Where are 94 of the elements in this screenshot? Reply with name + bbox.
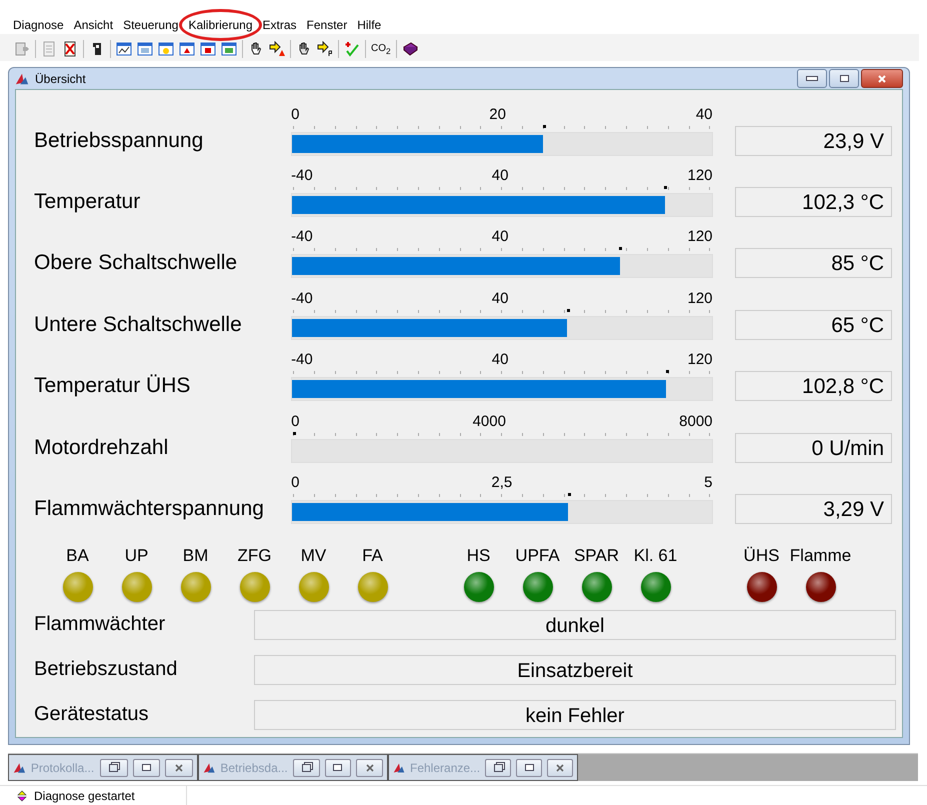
close-button[interactable]	[165, 758, 194, 776]
close-button[interactable]	[861, 69, 903, 88]
scale-label: -40	[291, 290, 313, 307]
minimize-button[interactable]	[797, 69, 827, 88]
reading-field: 102,3 °C	[734, 187, 892, 218]
restore-button[interactable]	[100, 758, 128, 776]
window-icon[interactable]	[221, 41, 237, 57]
scale-label: 20	[489, 106, 506, 123]
scale-label: 4000	[472, 412, 506, 430]
close-icon	[364, 762, 375, 772]
status-label: Flammwächter	[34, 613, 166, 636]
lamp-label: FA	[362, 546, 383, 566]
close-icon	[877, 74, 887, 84]
minimized-title: Protokolla...	[30, 760, 95, 774]
check-icon[interactable]	[344, 41, 360, 57]
document-arrow-icon[interactable]	[14, 41, 30, 57]
app-logo-icon	[203, 760, 216, 774]
close-button[interactable]	[547, 758, 573, 776]
scale-label: 8000	[679, 412, 713, 430]
alert-window-icon[interactable]	[179, 41, 195, 57]
reading-field: 102,8 °C	[734, 371, 892, 402]
lamp-label: ZFG	[238, 546, 272, 566]
maximize-button[interactable]	[324, 758, 352, 776]
close-icon	[174, 762, 184, 772]
scale-label: -40	[291, 351, 313, 368]
square-window-icon[interactable]	[200, 41, 216, 57]
reading-field: 65 °C	[734, 310, 892, 340]
scale-label: 120	[688, 290, 713, 307]
status-label: Betriebszustand	[34, 658, 178, 681]
reading-field: 23,9 V	[734, 126, 892, 156]
reading-field: 3,29 V	[734, 494, 892, 524]
gauge-label: Betriebsspannung	[34, 128, 204, 154]
lamp-label: SPAR	[574, 546, 620, 566]
co2-button[interactable]: CO$_{2}$	[371, 42, 391, 56]
lamp-label: BA	[66, 546, 89, 566]
gauge-label: Obere Schaltschwelle	[34, 251, 238, 276]
menu-item[interactable]: Hilfe	[352, 18, 386, 32]
gauge-label: Flammwächterspannung	[34, 497, 265, 522]
scale-label: -40	[291, 167, 313, 184]
menu-item[interactable]: Diagnose	[8, 18, 69, 32]
delete-document-icon[interactable]	[62, 41, 78, 57]
scale-label: 40	[696, 106, 713, 123]
app-logo-icon	[13, 760, 26, 774]
menu-item[interactable]: Fenster	[302, 18, 352, 32]
scale-label: 120	[688, 351, 713, 368]
arrow-p-icon[interactable]	[317, 41, 333, 57]
menu-item[interactable]: Steuerung	[118, 18, 184, 32]
menu-item[interactable]: Kalibrierung	[183, 18, 258, 32]
scale-label: 40	[492, 167, 508, 184]
status-label: Gerätestatus	[34, 703, 150, 726]
chart-window-icon[interactable]	[116, 41, 132, 57]
lamp-label: ÜHS	[744, 546, 780, 566]
scale-label: 0	[291, 412, 300, 430]
minimized-title: Fehleranze...	[410, 760, 480, 774]
close-button[interactable]	[356, 758, 383, 776]
lamp-label: UP	[124, 546, 148, 566]
status-message: Diagnose gestartet	[34, 789, 135, 803]
menu-item[interactable]: Extras	[258, 18, 302, 32]
scale-label: 0	[291, 106, 300, 123]
status-field: dunkel	[254, 610, 896, 640]
maximize-button[interactable]	[132, 758, 160, 776]
reading-field: 0 U/min	[734, 432, 892, 463]
window-title: Übersicht	[35, 72, 86, 86]
lamp-label: Kl. 61	[634, 546, 678, 566]
gauge-label: Untere Schaltschwelle	[34, 312, 243, 338]
scale-label: 0	[291, 474, 300, 491]
menu-item[interactable]: Ansicht	[68, 18, 118, 32]
lamp-label: UPFA	[515, 546, 560, 566]
minimized-title: Betriebsda...	[220, 760, 288, 774]
scale-label: 120	[688, 167, 713, 184]
close-icon	[555, 762, 565, 772]
status-field: Einsatzbereit	[254, 654, 896, 684]
restore-button[interactable]	[485, 758, 511, 776]
lamp-label: Flamme	[790, 546, 852, 566]
lamp-label: HS	[466, 546, 490, 566]
maximize-button[interactable]	[516, 758, 542, 776]
gauge-label: Temperatur	[34, 190, 142, 216]
scale-label: 40	[492, 351, 508, 368]
lamp-label: BM	[182, 546, 208, 566]
scale-label: 5	[704, 474, 713, 491]
maximize-button[interactable]	[829, 69, 859, 88]
gauge-label: Temperatur ÜHS	[34, 374, 192, 400]
restore-button[interactable]	[292, 758, 320, 776]
reading-field: 85 °C	[734, 248, 892, 278]
scale-label: 2,5	[491, 474, 512, 491]
gauge-label: Motordrehzahl	[34, 436, 170, 461]
scale-label: -40	[291, 228, 313, 246]
scale-label: 40	[492, 228, 508, 246]
status-field: kein Fehler	[254, 700, 896, 730]
app-logo-icon	[15, 72, 29, 86]
scale-label: 40	[492, 290, 508, 307]
scale-label: 120	[688, 228, 713, 246]
status-icon	[16, 790, 28, 802]
lamp-label: MV	[300, 546, 326, 566]
